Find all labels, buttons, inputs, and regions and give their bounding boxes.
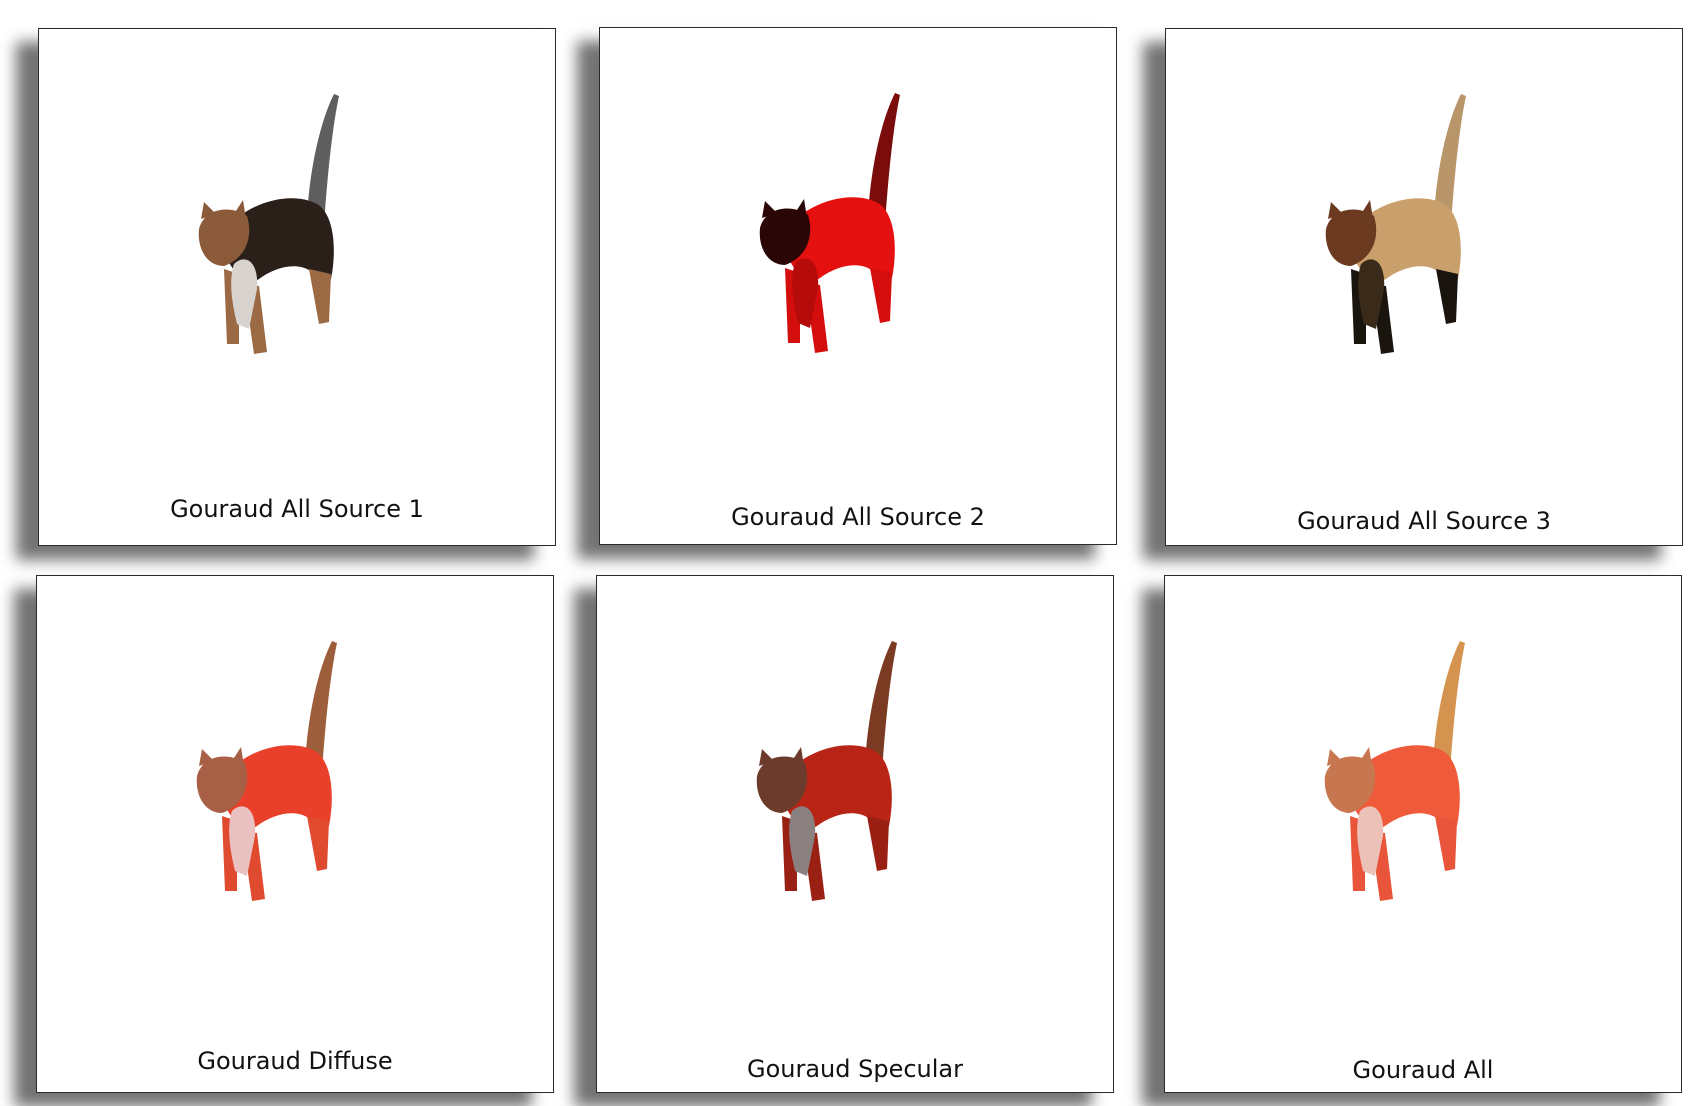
render-panel-1: Gouraud All Source 1 <box>38 28 556 546</box>
panel-caption: Gouraud Specular <box>746 1055 964 1083</box>
cat-render-image <box>1325 94 1466 354</box>
panel-caption: Gouraud All Source 3 <box>1297 507 1551 535</box>
render-panel-2: Gouraud All Source 2 <box>599 27 1117 545</box>
panel-caption: Gouraud All Source 1 <box>170 495 424 523</box>
panel-caption: Gouraud All Source 2 <box>731 503 985 531</box>
cat-render-image <box>196 641 337 901</box>
cat-render-image <box>756 641 897 901</box>
cat-render-image <box>759 93 900 353</box>
render-panel-6: Gouraud All <box>1164 575 1682 1093</box>
panel-caption: Gouraud All <box>1352 1056 1494 1084</box>
render-panel-3: Gouraud All Source 3 <box>1165 28 1683 546</box>
render-panel-4: Gouraud Diffuse <box>36 575 554 1093</box>
cat-render-image <box>1324 641 1465 901</box>
render-panel-5: Gouraud Specular <box>596 575 1114 1093</box>
cat-render-image <box>198 94 339 354</box>
panel-caption: Gouraud Diffuse <box>197 1047 393 1075</box>
